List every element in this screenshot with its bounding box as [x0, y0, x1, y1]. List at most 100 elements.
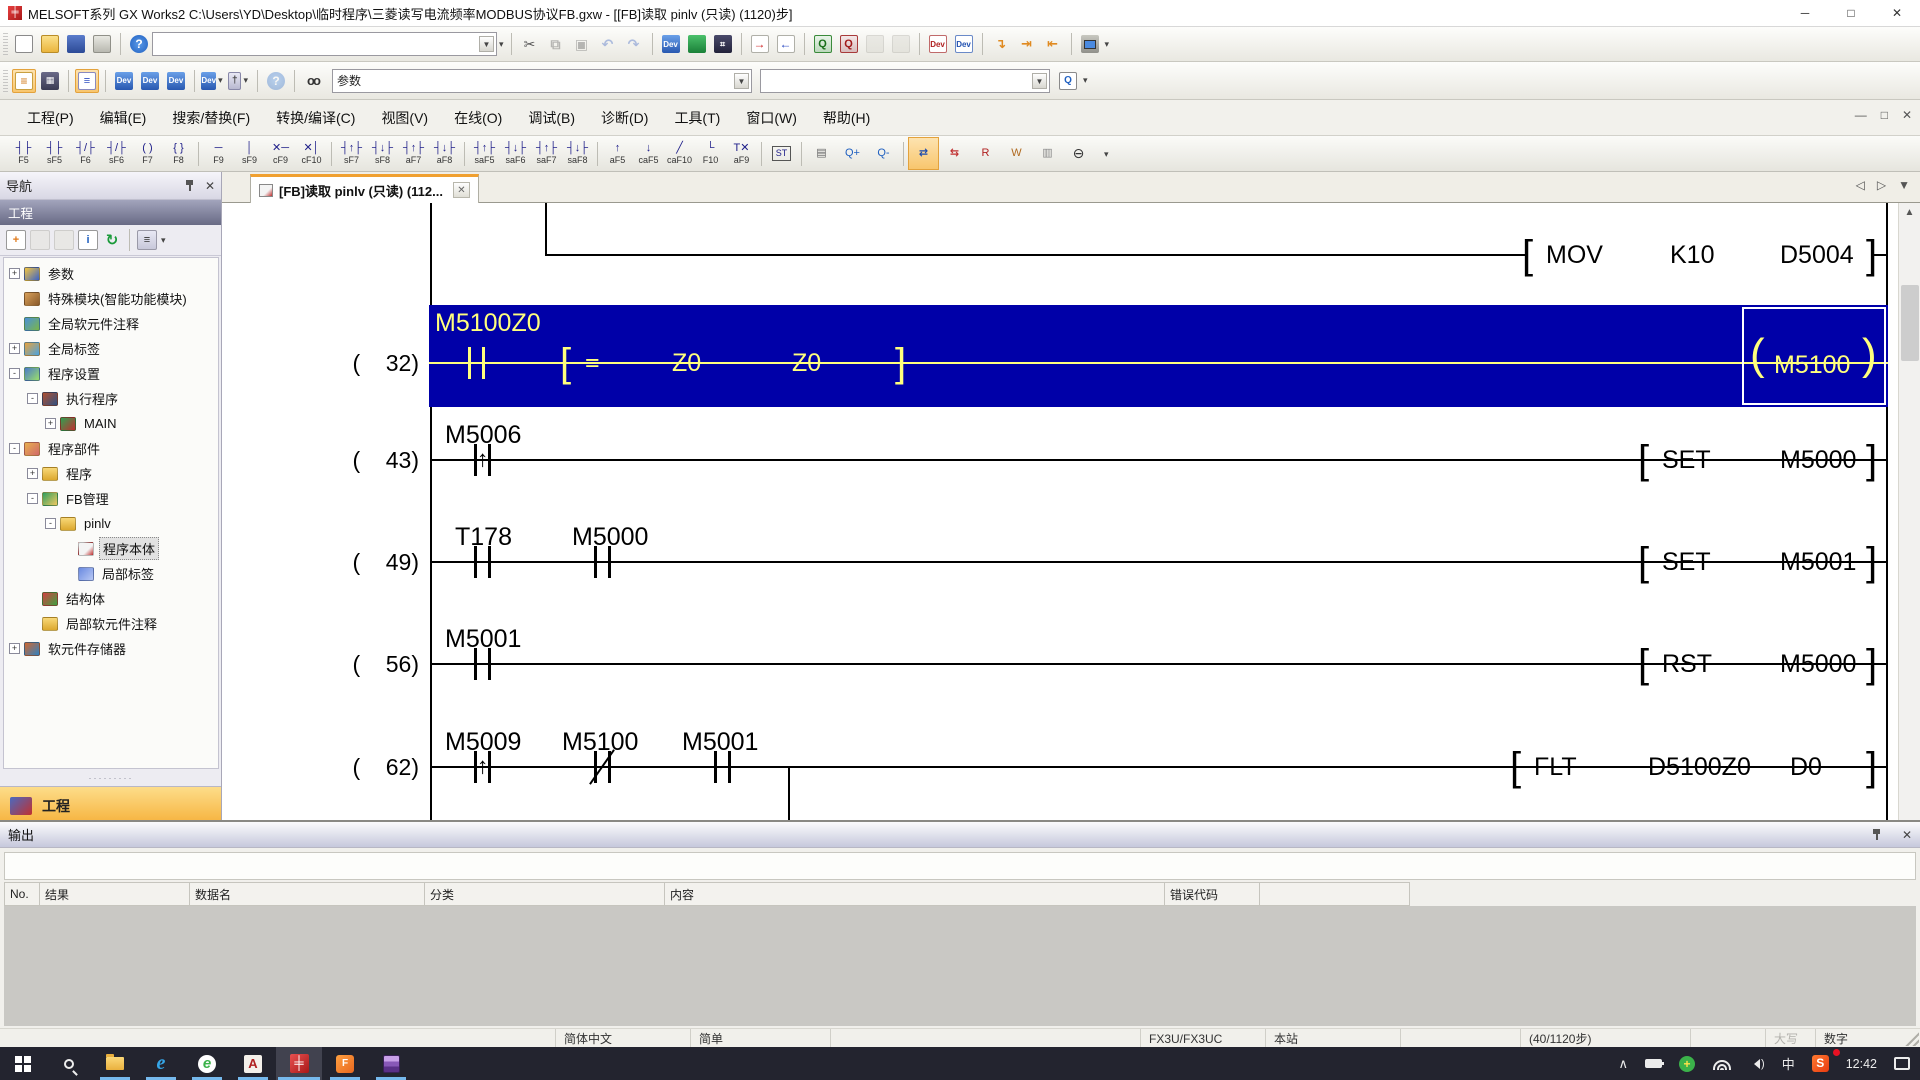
sort-dropdown-icon[interactable]: ▾: [161, 235, 166, 246]
menu-item[interactable]: 帮助(H): [810, 102, 883, 134]
minimize-button[interactable]: ─: [1782, 0, 1828, 27]
ladder-tool-button[interactable]: ─ F9: [203, 137, 234, 170]
tree-expander-icon[interactable]: [9, 318, 20, 329]
tree-expander-icon[interactable]: [27, 618, 38, 629]
scrollbar-thumb[interactable]: [1901, 285, 1919, 361]
taskbar-clock[interactable]: 12:42: [1846, 1057, 1877, 1071]
tree-item[interactable]: + MAIN: [4, 411, 218, 436]
tree-expander-icon[interactable]: -: [9, 443, 20, 454]
ladder-tool-button[interactable]: ┤↑├ saF7: [531, 137, 562, 170]
ladder-tool-button[interactable]: ↑ aF5: [602, 137, 633, 170]
ladder-tool-button[interactable]: └ F10: [695, 137, 726, 170]
output-column-header[interactable]: 内容: [665, 882, 1165, 906]
quick-search-combo[interactable]: ▼: [152, 32, 497, 56]
save-project-button[interactable]: [64, 32, 88, 56]
property-icon[interactable]: i: [78, 230, 98, 250]
refresh-icon[interactable]: ↻: [102, 230, 122, 250]
project-view-button[interactable]: 工程: [0, 786, 221, 824]
autocad-button[interactable]: A: [230, 1047, 276, 1080]
menu-item[interactable]: 视图(V): [368, 102, 441, 134]
rung-32-selected[interactable]: M5100Z0 [ = Z0 Z0 ] ( M5100 ): [429, 305, 1888, 407]
read-from-plc-button[interactable]: ←: [774, 32, 798, 56]
open-project-button[interactable]: [38, 32, 62, 56]
tab-scroll-right-icon[interactable]: ▷: [1877, 178, 1886, 192]
winrar-button[interactable]: [368, 1047, 414, 1080]
tree-item[interactable]: 特殊模块(智能功能模块): [4, 286, 218, 311]
device-comment-button[interactable]: Dev: [112, 69, 136, 93]
scroll-up-icon[interactable]: ▲: [1899, 203, 1920, 223]
tree-expander-icon[interactable]: -: [27, 493, 38, 504]
mdi-restore-button[interactable]: □: [1881, 108, 1888, 122]
menu-item[interactable]: 窗口(W): [733, 102, 810, 134]
volume-icon[interactable]: ): [1749, 1058, 1765, 1070]
toolbar-overflow-icon[interactable]: ▾: [499, 39, 504, 50]
maximize-button[interactable]: □: [1828, 0, 1874, 27]
tree-expander-icon[interactable]: +: [9, 343, 20, 354]
tree-item[interactable]: + 参数: [4, 261, 218, 286]
tree-item[interactable]: 结构体: [4, 586, 218, 611]
monitor-stop-button[interactable]: Q: [837, 32, 861, 56]
jump-next-button[interactable]: ⇥: [1015, 32, 1039, 56]
tree-expander-icon[interactable]: [63, 568, 74, 579]
output-column-header[interactable]: 数据名: [190, 882, 425, 906]
monitor-pause-button[interactable]: [863, 32, 887, 56]
tree-item[interactable]: + 程序: [4, 461, 218, 486]
find-target-dropdown-icon[interactable]: ▼: [734, 73, 749, 89]
contact-no[interactable]: [474, 648, 491, 680]
device-find-button[interactable]: Dev: [659, 32, 683, 56]
device-test-button[interactable]: ⌗: [711, 32, 735, 56]
device-display-button[interactable]: Dev▾: [201, 69, 225, 93]
new-data-icon[interactable]: +: [6, 230, 26, 250]
toolbar2-overflow-icon[interactable]: ▾: [1083, 75, 1088, 86]
tree-item[interactable]: + 全局标签: [4, 336, 218, 361]
menu-item[interactable]: 调试(B): [515, 102, 588, 134]
ladder-tool-button[interactable]: │ sF9: [234, 137, 265, 170]
ladder-tool-button[interactable]: ╱ caF10: [664, 137, 695, 170]
ladder-tool-button[interactable]: Q+: [837, 137, 868, 170]
output-column-header[interactable]: 分类: [425, 882, 665, 906]
navigation-toggle-button[interactable]: ≡: [12, 69, 36, 93]
output-column-header[interactable]: 错误代码: [1165, 882, 1260, 906]
pin-icon[interactable]: [184, 179, 195, 192]
paste-data-icon[interactable]: [54, 230, 74, 250]
toolbar1-overflow-icon[interactable]: ▾: [1105, 39, 1110, 50]
menu-item[interactable]: 转换/编译(C): [263, 102, 368, 134]
ladder-tool-button[interactable]: ┤↑├ saF5: [469, 137, 500, 170]
tree-item[interactable]: + 软元件存储器: [4, 636, 218, 661]
menu-item[interactable]: 工程(P): [14, 102, 87, 134]
ladder-tool-button[interactable]: Q-: [868, 137, 899, 170]
tree-expander-icon[interactable]: +: [45, 418, 56, 429]
tree-item[interactable]: - FB管理: [4, 486, 218, 511]
menu-item[interactable]: 搜索/替换(F): [159, 102, 263, 134]
ladder-tool-button[interactable]: ST: [766, 137, 797, 170]
redo-button[interactable]: ↷: [622, 32, 646, 56]
contact-no[interactable]: [474, 546, 491, 578]
ladder-tool-button[interactable]: ⇆: [939, 137, 970, 170]
tab-fb-pinlv[interactable]: [FB]读取 pinlv (只读) (112... ✕: [250, 174, 479, 203]
safety-360-icon[interactable]: +: [1679, 1056, 1695, 1072]
jump-prev-button[interactable]: ⇤: [1041, 32, 1065, 56]
menu-item[interactable]: 编辑(E): [87, 102, 160, 134]
output-pin-icon[interactable]: [1871, 828, 1882, 841]
tree-expander-icon[interactable]: -: [45, 518, 56, 529]
undo-button[interactable]: ↶: [596, 32, 620, 56]
toolbar-grip[interactable]: [3, 33, 8, 55]
taskbar-search-button[interactable]: [46, 1047, 92, 1080]
ladder-tool-button[interactable]: R: [970, 137, 1001, 170]
display-format-button[interactable]: †▾: [227, 69, 251, 93]
print-button[interactable]: [90, 32, 114, 56]
ladder-tool-button[interactable]: ┤↓├ saF6: [500, 137, 531, 170]
battery-icon[interactable]: [1645, 1059, 1662, 1068]
new-project-button[interactable]: [12, 32, 36, 56]
output-column-header[interactable]: No.: [4, 882, 40, 906]
output-column-header[interactable]: 结果: [40, 882, 190, 906]
find-button[interactable]: oo: [301, 69, 325, 93]
combo-dropdown-icon[interactable]: ▼: [479, 36, 494, 52]
tree-item[interactable]: - 执行程序: [4, 386, 218, 411]
close-button[interactable]: ✕: [1874, 0, 1920, 27]
ladder-tool-button[interactable]: ┤↓├ aF8: [429, 137, 460, 170]
navigation-close-icon[interactable]: ✕: [205, 179, 215, 193]
action-center-icon[interactable]: [1894, 1057, 1910, 1070]
tree-expander-icon[interactable]: [63, 543, 74, 554]
pdf-app-button[interactable]: F: [322, 1047, 368, 1080]
